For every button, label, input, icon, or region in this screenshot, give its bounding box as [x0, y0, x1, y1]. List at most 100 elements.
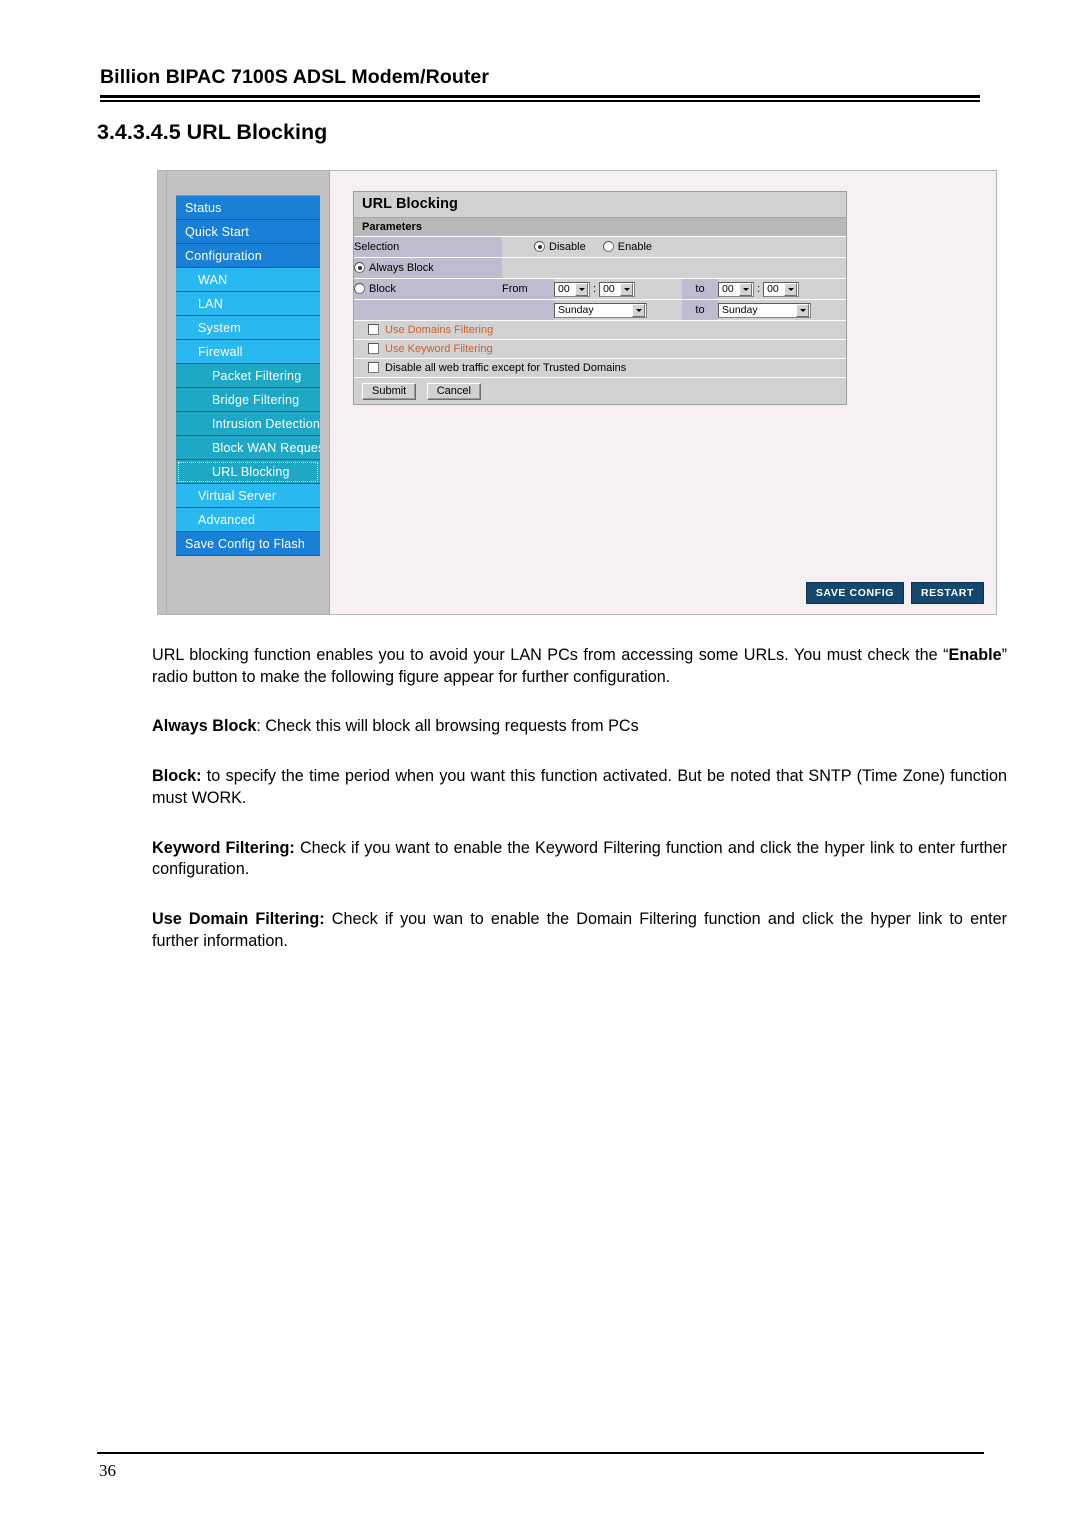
sidebar-item-packet-filtering[interactable]: Packet Filtering	[176, 364, 320, 388]
chevron-down-icon[interactable]	[575, 282, 588, 296]
radio-enable-dot[interactable]	[602, 241, 614, 252]
body-text: : Check this will block all browsing req…	[256, 717, 639, 736]
router-ui-screenshot: Status Quick Start Configuration WAN LAN Syst…	[157, 170, 997, 615]
checkbox-link-label[interactable]: Use Keyword Filtering	[385, 343, 493, 355]
table-row-selection: Selection Disable Enable	[354, 237, 846, 258]
selection-options: Disable Enable	[502, 237, 846, 258]
radio-enable-label: Enable	[617, 241, 653, 253]
radio-disable-dot[interactable]	[534, 241, 545, 252]
radio-disable[interactable]: Disable	[534, 241, 589, 253]
document-title: Billion BIPAC 7100S ADSL Modem/Router	[100, 66, 490, 88]
start-time-colon: :	[593, 282, 597, 295]
checkbox-label: Disable all web traffic except for Trust…	[385, 362, 627, 374]
start-day-value: Sunday	[558, 304, 594, 316]
emphasis-text: Use Domain Filtering:	[152, 909, 325, 928]
end-hour-value: 00	[722, 283, 734, 295]
checkbox-input[interactable]	[368, 362, 379, 373]
table-row-block: Block From 00 : 00 to 00: 00	[354, 278, 846, 300]
chevron-down-icon[interactable]	[784, 282, 798, 296]
radio-enable[interactable]: Enable	[602, 241, 653, 253]
checkbox-row[interactable]: Use Domains Filtering	[354, 321, 846, 340]
panel-subtitle: Parameters	[354, 218, 846, 237]
p-keyword-filtering: Keyword Filtering: Check if you want to …	[152, 838, 1007, 881]
sidebar-item-label: System	[198, 321, 241, 335]
parameters-table: Selection Disable Enable Always Block Bl…	[354, 237, 846, 321]
start-day-select[interactable]: Sunday	[554, 302, 647, 318]
block-cell[interactable]: Block	[354, 278, 502, 300]
end-day-controls: Sunday	[718, 299, 846, 321]
sidebar-item-label: Configuration	[185, 249, 262, 263]
page-number: 36	[99, 1461, 116, 1480]
filter-checkbox-list: Use Domains Filtering Use Keyword Filteri…	[354, 321, 846, 378]
start-hour-value: 00	[558, 283, 570, 295]
sidebar-item-system[interactable]: System	[176, 316, 320, 340]
sidebar-item-label: Advanced	[198, 513, 256, 527]
sidebar-item-label: URL Blocking	[212, 465, 290, 479]
block-label: Block	[369, 283, 396, 295]
p-block: Block: to specify the time period when y…	[152, 766, 1007, 809]
sidebar-item-status[interactable]: Status	[176, 196, 320, 220]
from-label: From	[502, 278, 554, 300]
sidebar-item-label: Bridge Filtering	[212, 393, 300, 407]
checkbox-link-label[interactable]: Use Domains Filtering	[385, 324, 493, 336]
sidebar-item-label: Packet Filtering	[212, 369, 302, 383]
sidebar-item-quick-start[interactable]: Quick Start	[176, 220, 320, 244]
sidebar-item-label: Status	[185, 201, 222, 215]
sidebar-item-label: Save Config to Flash	[185, 537, 306, 551]
chevron-down-icon[interactable]	[796, 303, 809, 317]
end-day-select[interactable]: Sunday	[718, 302, 811, 318]
sidebar-nav: Status Quick Start Configuration WAN LAN Syst…	[176, 195, 320, 556]
checkbox-row[interactable]: Disable all web traffic except for Trust…	[354, 359, 846, 378]
sidebar-panel: Status Quick Start Configuration WAN LAN Syst…	[158, 171, 330, 614]
always-block-cell[interactable]: Always Block	[354, 257, 502, 279]
url-blocking-panel: URL Blocking Parameters Selection Disabl…	[353, 191, 847, 405]
save-config-button[interactable]: SAVE CONFIG	[805, 582, 904, 604]
end-time-controls: 00 : 00	[718, 278, 846, 300]
chevron-down-icon[interactable]	[620, 282, 634, 296]
sidebar-item-advanced[interactable]: Advanced	[176, 508, 320, 532]
restart-button[interactable]: RESTART	[910, 582, 984, 604]
chevron-down-icon[interactable]	[739, 282, 752, 296]
sidebar-item-url-blocking[interactable]: URL Blocking	[176, 460, 320, 484]
document-header: Billion BIPAC 7100S ADSL Modem/Router	[100, 66, 980, 103]
submit-button[interactable]: Submit	[362, 383, 417, 400]
chevron-down-icon[interactable]	[632, 303, 645, 317]
footer-rule	[97, 1452, 984, 1454]
sidebar-item-label: Intrusion Detection	[212, 417, 320, 431]
sidebar-item-bridge-filtering[interactable]: Bridge Filtering	[176, 388, 320, 412]
day-range-label-spacer	[354, 299, 502, 321]
checkbox-input[interactable]	[368, 324, 379, 335]
start-hour-select[interactable]: 00	[554, 281, 590, 297]
end-hour-select[interactable]: 00	[718, 281, 754, 297]
start-minute-select[interactable]: 00	[599, 281, 636, 297]
start-time-controls: 00 : 00	[554, 278, 682, 300]
sidebar-item-label: Firewall	[198, 345, 243, 359]
sidebar-item-lan[interactable]: LAN	[176, 292, 320, 316]
p-domain-filtering: Use Domain Filtering: Check if you wan t…	[152, 909, 1007, 952]
end-minute-select[interactable]: 00	[763, 281, 800, 297]
figure-action-buttons: SAVE CONFIG RESTART	[805, 582, 984, 604]
p-always-block: Always Block: Check this will block all …	[152, 716, 1007, 738]
sidebar-item-save-config-to-flash[interactable]: Save Config to Flash	[176, 532, 320, 556]
radio-disable-label: Disable	[549, 241, 586, 253]
table-row-day-range: Sunday to Sunday	[354, 299, 846, 321]
cancel-button[interactable]: Cancel	[426, 383, 481, 400]
always-block-spacer	[502, 257, 846, 279]
checkbox-input[interactable]	[368, 343, 379, 354]
radio-always-block[interactable]	[354, 262, 365, 273]
selection-label: Selection	[354, 237, 502, 258]
emphasis-text: Always Block	[152, 717, 257, 736]
sidebar-item-wan[interactable]: WAN	[176, 268, 320, 292]
sidebar-item-firewall[interactable]: Firewall	[176, 340, 320, 364]
radio-block[interactable]	[354, 283, 365, 294]
sidebar-item-block-wan-request[interactable]: Block WAN Request	[176, 436, 320, 460]
sidebar-item-virtual-server[interactable]: Virtual Server	[176, 484, 320, 508]
checkbox-row[interactable]: Use Keyword Filtering	[354, 340, 846, 359]
day-range-from-spacer	[502, 299, 554, 321]
sidebar-item-intrusion-detection[interactable]: Intrusion Detection	[176, 412, 320, 436]
table-row-always-block: Always Block	[354, 257, 846, 279]
day-to-label: to	[682, 299, 718, 321]
sidebar-item-configuration[interactable]: Configuration	[176, 244, 320, 268]
p-intro: URL blocking function enables you to avo…	[152, 645, 1007, 688]
panel-button-row: Submit Cancel	[354, 378, 846, 404]
